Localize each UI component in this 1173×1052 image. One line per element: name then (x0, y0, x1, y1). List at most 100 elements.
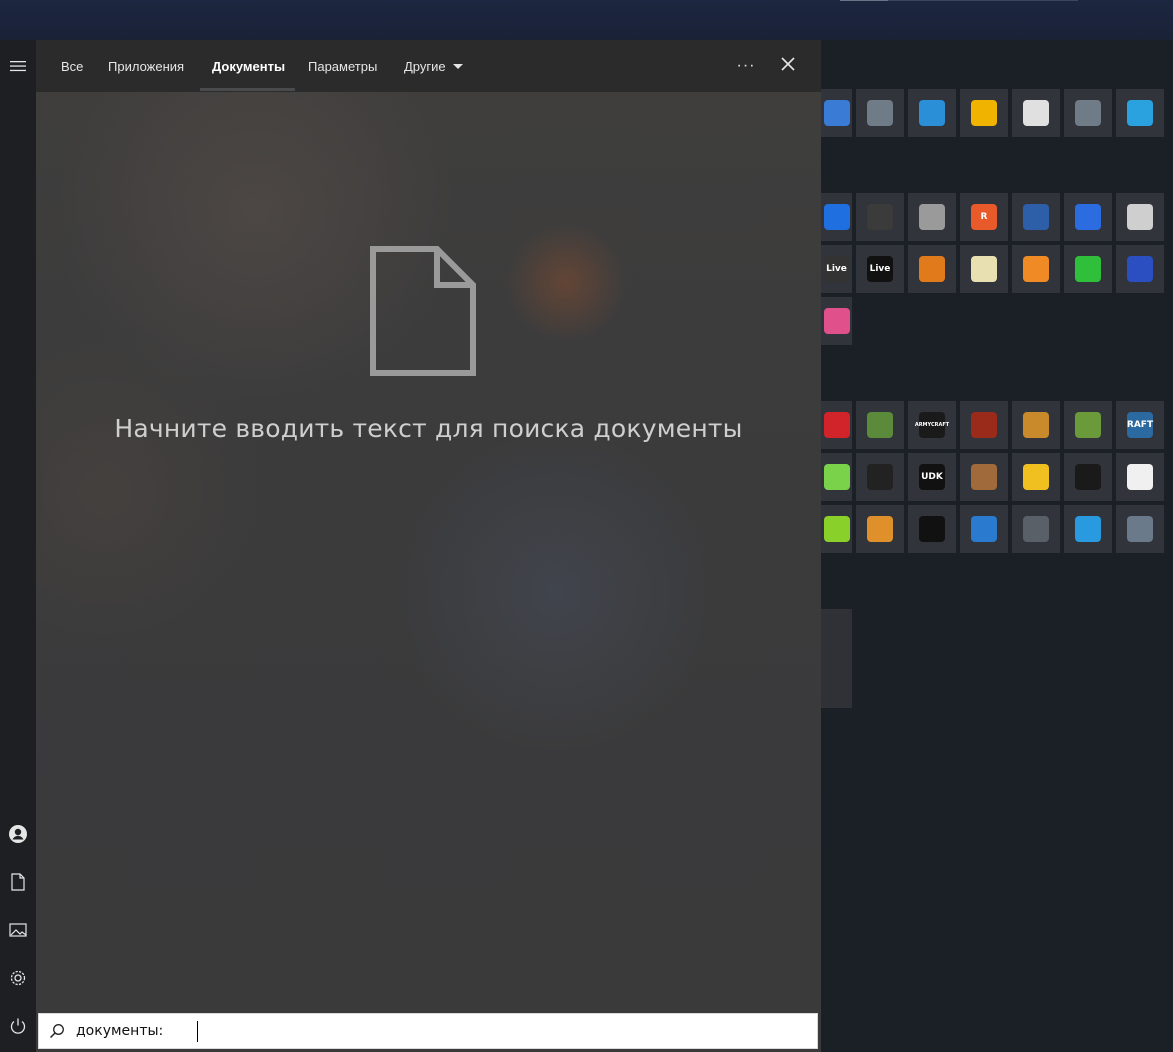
tile-notes[interactable] (960, 245, 1008, 293)
tile-dropbox[interactable] (821, 193, 852, 241)
figma-icon (823, 308, 850, 334)
window-app-icon (971, 516, 997, 542)
tile-western[interactable] (960, 453, 1008, 501)
minecraft-big-icon (1075, 412, 1101, 438)
power-icon (9, 1017, 27, 1035)
tile-armycraft[interactable]: ARMYCRAFT (908, 401, 956, 449)
counter-strike-icon (1023, 412, 1049, 438)
tile-green-app[interactable] (1064, 245, 1112, 293)
power-button[interactable] (0, 1008, 36, 1044)
tile-radiation[interactable] (1012, 453, 1060, 501)
tile-bird-app[interactable] (1064, 505, 1112, 553)
tile-unreal[interactable] (908, 505, 956, 553)
more-options-button[interactable]: ··· (728, 48, 764, 84)
file-explorer-icon (971, 100, 997, 126)
search-panel: Все Приложения Документы Параметры Други… (36, 40, 821, 1052)
tile-davinci-resolve[interactable] (856, 193, 904, 241)
settings-button[interactable] (0, 960, 36, 996)
start-left-rail (0, 40, 36, 1052)
tile-raft[interactable]: RAFT (1116, 401, 1164, 449)
minecraft-small-icon (867, 412, 893, 438)
document-icon (370, 246, 476, 381)
empty-state-message: Начните вводить текст для поиска докумен… (114, 414, 743, 443)
raft-icon: RAFT (1127, 412, 1153, 438)
tile-blocks[interactable] (1116, 193, 1164, 241)
tab-all[interactable]: Все (61, 40, 83, 92)
active-tab-indicator (200, 88, 295, 91)
final-draft-icon (919, 204, 945, 230)
cinema4d-icon (1023, 204, 1049, 230)
chevron-down-icon (452, 63, 463, 69)
document-icon (11, 873, 25, 891)
mixer-2-icon (1075, 100, 1101, 126)
mixer-icon (867, 100, 893, 126)
desktop-top-strip (0, 0, 1173, 40)
unity-icon (867, 464, 893, 490)
tab-documents[interactable]: Документы (212, 40, 285, 92)
dropbox-icon (823, 204, 850, 230)
hamburger-menu-button[interactable] (0, 48, 36, 84)
tile-network[interactable] (908, 89, 956, 137)
blender-icon (1023, 256, 1049, 282)
tile-audio-app[interactable] (1116, 245, 1164, 293)
search-input[interactable]: документы: (76, 1023, 163, 1039)
tile-unity[interactable] (856, 453, 904, 501)
pictures-button[interactable] (0, 912, 36, 948)
tile-figma[interactable] (821, 297, 852, 345)
tab-settings[interactable]: Параметры (308, 40, 377, 92)
tile-mixer-2[interactable] (1064, 89, 1112, 137)
western-icon (971, 464, 997, 490)
tile-bus[interactable] (856, 505, 904, 553)
tile-cinema4d[interactable] (1012, 193, 1060, 241)
tile-udk[interactable]: UDK (908, 453, 956, 501)
tile-counter-strike[interactable] (1012, 401, 1060, 449)
udk-icon: UDK (919, 464, 945, 490)
tile-red-dead[interactable] (960, 401, 1008, 449)
davinci-resolve-icon (867, 204, 893, 230)
tile-final-draft[interactable] (908, 193, 956, 241)
tile-warning-sign[interactable] (1116, 453, 1164, 501)
tile-health[interactable] (1116, 89, 1164, 137)
tile-minecraft-big[interactable] (1064, 401, 1112, 449)
wide-tile[interactable] (821, 609, 852, 708)
tile-cube-app[interactable] (1116, 505, 1164, 553)
radiation-icon (1023, 464, 1049, 490)
tile-minecraft-small[interactable] (856, 401, 904, 449)
tile-todo[interactable] (1064, 193, 1112, 241)
tile-blender[interactable] (1012, 245, 1060, 293)
green-app-icon (1075, 256, 1101, 282)
audio-app-icon (1127, 256, 1153, 282)
tile-reaper[interactable]: R (960, 193, 1008, 241)
ableton-live-2-icon: Live (867, 256, 893, 282)
close-button[interactable] (770, 48, 806, 84)
settings-icon (9, 969, 27, 987)
tile-mixer[interactable] (856, 89, 904, 137)
android-green-icon (823, 516, 850, 542)
tile-microsoft-store[interactable] (1012, 89, 1060, 137)
hamburger-menu-icon (10, 60, 26, 72)
tile-panel-app[interactable] (1012, 505, 1060, 553)
tab-apps[interactable]: Приложения (108, 40, 184, 92)
tile-green-tag[interactable] (821, 453, 852, 501)
tile-game-red[interactable] (821, 401, 852, 449)
tile-ableton-live-2[interactable]: Live (856, 245, 904, 293)
top-highlight-2 (888, 0, 1078, 1)
user-button[interactable] (0, 816, 36, 852)
tile-android-green[interactable] (821, 505, 852, 553)
todo-icon (1075, 204, 1101, 230)
tile-window-app[interactable] (960, 505, 1008, 553)
tile-ableton-live-1[interactable]: Live (821, 245, 852, 293)
documents-button[interactable] (0, 864, 36, 900)
tile-file-explorer[interactable] (960, 89, 1008, 137)
red-dead-icon (971, 412, 997, 438)
tab-more[interactable]: Другие (404, 40, 463, 92)
bird-app-icon (1075, 516, 1101, 542)
health-icon (1127, 100, 1153, 126)
search-box[interactable]: документы: (38, 1013, 818, 1049)
network-icon (919, 100, 945, 126)
tile-dark-orb[interactable] (1064, 453, 1112, 501)
search-icon (49, 1023, 65, 1044)
game-red-icon (823, 412, 850, 438)
tile-fl-studio[interactable] (908, 245, 956, 293)
tile-this-pc[interactable] (821, 89, 852, 137)
